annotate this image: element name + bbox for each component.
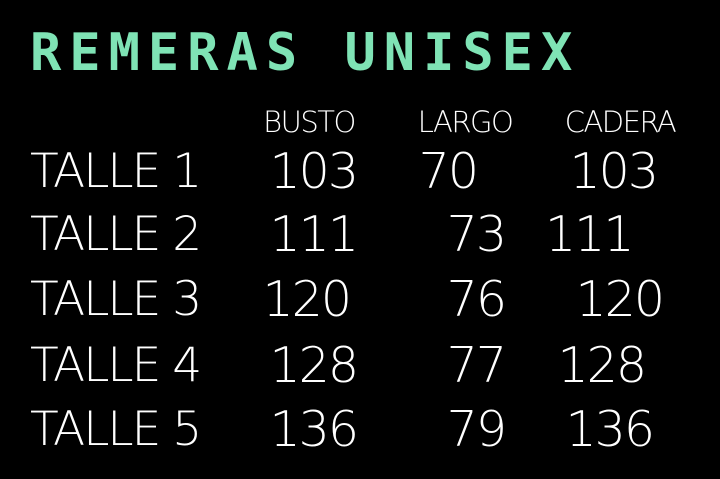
row-label-talle-2: TALLE 2 [30,207,202,262]
row-label-talle-5: TALLE 5 [30,402,202,457]
cell-cadera-talle-1: 103 [569,143,659,200]
cell-largo-talle-5: 79 [446,401,507,458]
cell-busto-talle-3: 120 [262,271,352,328]
cell-busto-talle-5: 136 [269,401,359,458]
row-label-talle-3: TALLE 3 [30,272,202,327]
column-header-busto: BUSTO [263,105,356,139]
row-label-talle-4: TALLE 4 [30,338,202,393]
cell-busto-talle-2: 111 [269,206,359,263]
cell-largo-talle-4: 77 [446,337,507,394]
row-label-talle-1: TALLE 1 [30,144,202,199]
cell-cadera-talle-4: 128 [557,337,647,394]
cell-busto-talle-4: 128 [269,337,359,394]
column-header-largo: LARGO [417,105,514,139]
cell-largo-talle-3: 76 [446,271,507,328]
page-title: REMERAS UNISEX [30,23,581,83]
column-header-cadera: CADERA [564,105,677,139]
cell-largo-talle-2: 73 [446,206,507,263]
cell-largo-talle-1: 70 [418,143,479,200]
cell-cadera-talle-5: 136 [565,401,655,458]
cell-cadera-talle-3: 120 [575,271,665,328]
cell-cadera-talle-2: 111 [545,206,635,263]
cell-busto-talle-1: 103 [269,143,359,200]
